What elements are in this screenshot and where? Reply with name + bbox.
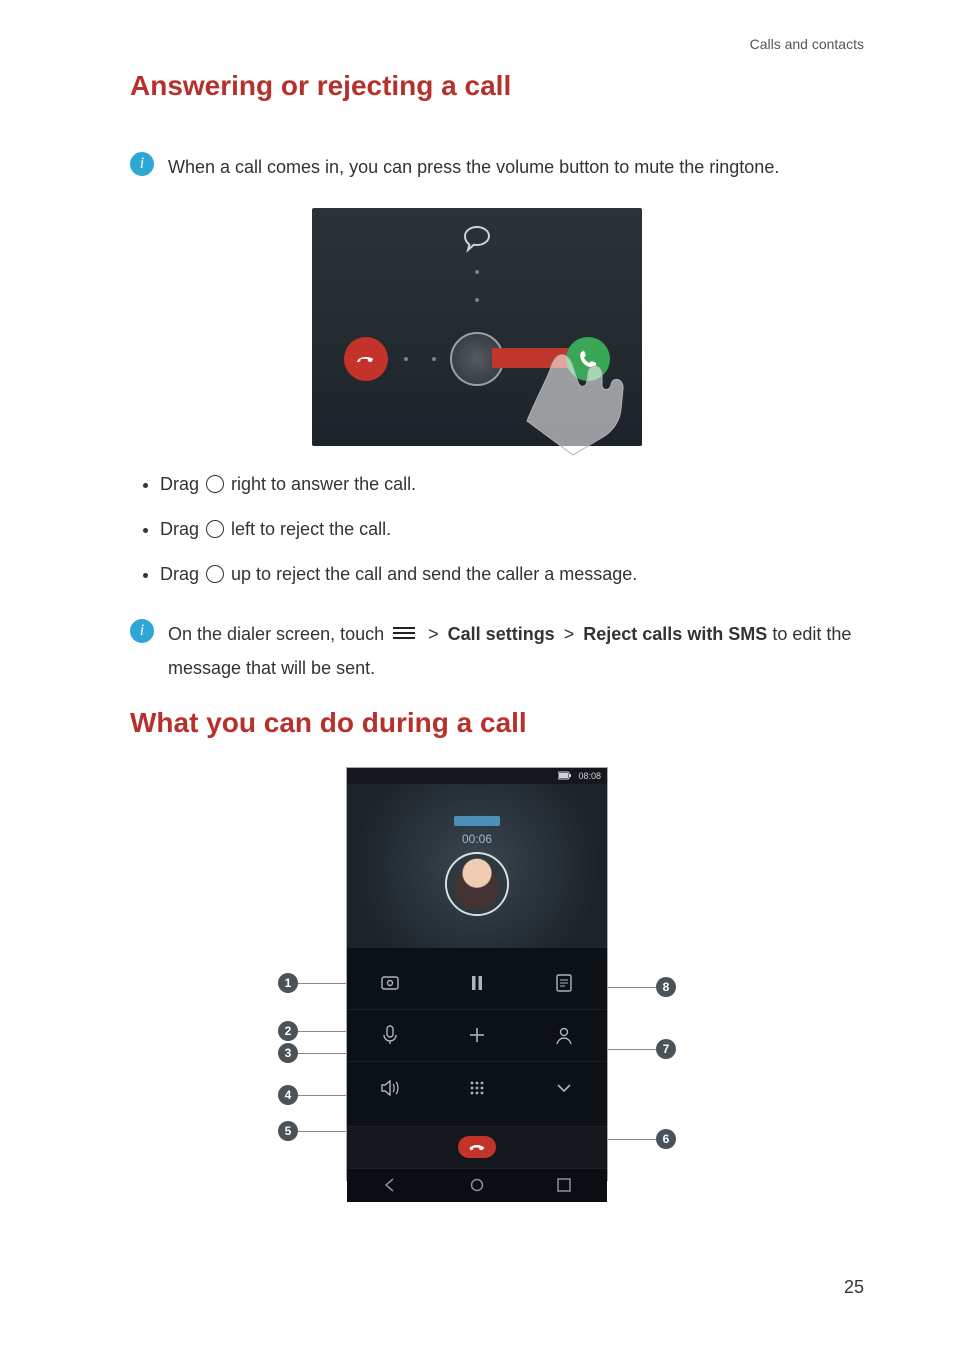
reject-call-button[interactable] [344,337,388,381]
status-bar: 08:08 [347,768,607,784]
tip-text: On the dialer screen, touch > Call setti… [168,617,864,685]
recent-icon[interactable] [555,1176,573,1194]
tip-mute-ringtone: i When a call comes in, you can press th… [90,150,864,184]
incoming-call-figure [90,208,864,446]
nav-bar [347,1168,607,1202]
chevron-text: > [424,624,443,644]
heading-answering: Answering or rejecting a call [90,70,864,102]
list-item: Drag right to answer the call. [160,470,864,499]
microphone-icon [379,1024,401,1046]
circle-icon [206,565,224,583]
tip-reject-sms: i On the dialer screen, touch > Call set… [90,617,864,685]
pause-icon [466,972,488,994]
hand-gesture-icon [520,330,650,460]
caller-name-placeholder [454,816,500,826]
list-item: Drag up to reject the call and send the … [160,560,864,589]
caller-info-area: 00:06 [347,784,607,948]
phone-down-icon [355,348,377,370]
phone-screenshot: 08:08 00:06 [346,767,608,1181]
hamburger-menu-icon [393,624,415,642]
callout-8: 8 [656,977,676,997]
callout-7: 7 [656,1039,676,1059]
text: left to reject the call. [231,519,391,539]
list-item: Drag left to reject the call. [160,515,864,544]
person-icon [553,1024,575,1046]
hold-button[interactable] [434,972,521,994]
callout-6: 6 [656,1129,676,1149]
end-call-button[interactable] [458,1136,496,1158]
in-call-figure: 1 2 3 4 5 8 7 6 08:08 00:06 [90,767,864,1181]
info-icon: i [130,619,154,643]
drag-instructions-list: Drag right to answer the call. Drag left… [90,470,864,588]
status-time: 08:08 [578,771,601,781]
breadcrumb: Calls and contacts [90,36,864,52]
chevron-down-icon [553,1077,575,1099]
call-timer: 00:06 [462,832,492,846]
plus-icon [466,1024,488,1046]
text: Drag [160,474,204,494]
avatar [445,852,509,916]
circle-icon [206,520,224,538]
text: right to answer the call. [231,474,416,494]
callout-3: 3 [278,1043,298,1063]
speaker-button[interactable] [347,1077,434,1099]
home-icon[interactable] [468,1176,486,1194]
info-icon: i [130,152,154,176]
back-icon[interactable] [381,1176,399,1194]
add-call-button[interactable] [434,1024,521,1046]
circle-icon [206,475,224,493]
battery-icon [558,771,572,781]
callout-1: 1 [278,973,298,993]
contacts-button[interactable] [520,1024,607,1046]
page-number: 25 [844,1277,864,1298]
message-icon [459,222,495,258]
dialpad-button[interactable] [434,1077,521,1099]
speaker-icon [379,1077,401,1099]
mute-button[interactable] [347,1024,434,1046]
callout-5: 5 [278,1121,298,1141]
dialpad-icon [466,1077,488,1099]
record-button[interactable] [347,972,434,994]
collapse-button[interactable] [520,1077,607,1099]
heading-during-call: What you can do during a call [90,707,864,739]
notes-button[interactable] [520,972,607,994]
callout-4: 4 [278,1085,298,1105]
chevron-text: > [560,624,579,644]
phone-down-icon [468,1141,486,1153]
text: Drag [160,519,204,539]
record-icon [379,972,401,994]
text: up to reject the call and send the calle… [231,564,637,584]
tip-text: When a call comes in, you can press the … [168,150,779,184]
notepad-icon [553,972,575,994]
callout-2: 2 [278,1021,298,1041]
text: On the dialer screen, touch [168,624,389,644]
menu-path-item: Call settings [448,624,555,644]
menu-path-item: Reject calls with SMS [583,624,767,644]
text: Drag [160,564,204,584]
